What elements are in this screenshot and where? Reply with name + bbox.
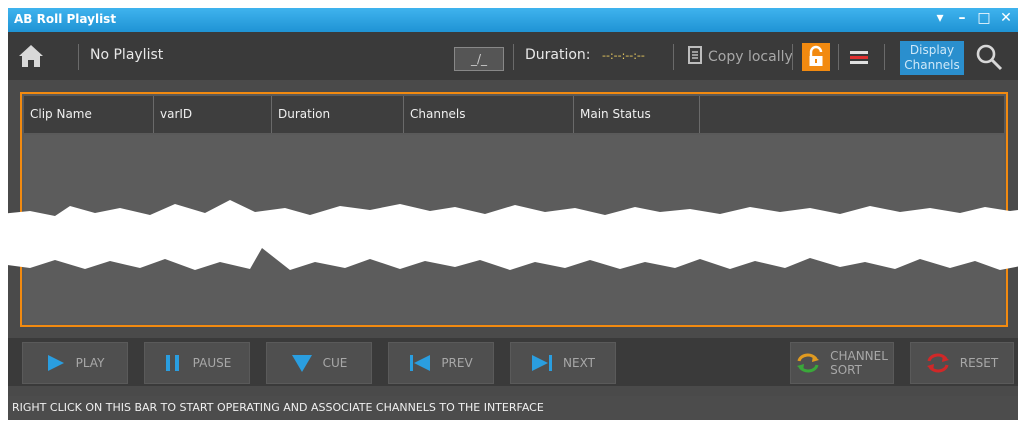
window-menu-button[interactable]: ▾	[932, 10, 948, 26]
close-button[interactable]: ✕	[998, 10, 1014, 26]
pause-icon	[163, 353, 183, 373]
channel-sort-label-line1: CHANNEL	[830, 349, 888, 363]
prev-icon	[409, 353, 431, 373]
toolbar-separator	[884, 44, 885, 70]
column-header-duration[interactable]: Duration	[272, 96, 404, 133]
column-header-varid[interactable]: varID	[154, 96, 272, 133]
pause-label: PAUSE	[192, 356, 232, 370]
maximize-button[interactable]: □	[976, 10, 992, 26]
next-button[interactable]: NEXT	[510, 342, 616, 384]
menu-icon[interactable]	[848, 46, 870, 68]
status-bar[interactable]: RIGHT CLICK ON THIS BAR TO START OPERATI…	[8, 396, 1018, 420]
toolbar-separator	[838, 44, 839, 70]
playlist-name: No Playlist	[90, 47, 164, 63]
grid-header: Clip Name varID Duration Channels Main S…	[24, 96, 1004, 133]
window-controls: ▾ – □ ✕	[932, 10, 1014, 26]
play-label: PLAY	[75, 356, 105, 370]
prev-label: PREV	[441, 356, 473, 370]
display-channels-label-line2: Channels	[904, 58, 960, 72]
toolbar-separator	[792, 44, 793, 70]
column-header-empty	[700, 96, 1004, 133]
window-title: AB Roll Playlist	[14, 12, 117, 26]
display-channels-button[interactable]: Display Channels	[900, 41, 964, 75]
next-icon	[531, 353, 553, 373]
search-icon[interactable]	[974, 42, 1004, 72]
toolbar-separator	[78, 44, 79, 70]
cue-button[interactable]: CUE	[266, 342, 372, 384]
reset-button[interactable]: RESET	[910, 342, 1014, 384]
title-bar[interactable]: AB Roll Playlist ▾ – □ ✕	[8, 8, 1018, 32]
play-icon	[46, 353, 66, 373]
duration-value: --:--:--:--	[602, 49, 645, 62]
prev-button[interactable]: PREV	[388, 342, 494, 384]
duration-label: Duration:	[525, 47, 591, 63]
transport-bar: PLAY PAUSE CUE PREV NEXT CHANNEL SORT RE…	[8, 338, 1018, 386]
cue-label: CUE	[322, 356, 348, 370]
toolbar-separator	[673, 44, 674, 70]
next-label: NEXT	[563, 356, 595, 370]
copy-locally-button[interactable]: Copy locally	[688, 44, 793, 70]
channel-sort-label-line2: SORT	[830, 363, 862, 377]
column-header-clip-name[interactable]: Clip Name	[24, 96, 154, 133]
pause-button[interactable]: PAUSE	[144, 342, 250, 384]
document-icon	[688, 46, 702, 68]
column-header-channels[interactable]: Channels	[404, 96, 574, 133]
home-icon[interactable]	[18, 44, 44, 68]
reset-label: RESET	[959, 356, 999, 370]
torn-edge	[0, 200, 1026, 270]
lock-icon[interactable]	[802, 43, 830, 71]
play-button[interactable]: PLAY	[22, 342, 128, 384]
column-header-main-status[interactable]: Main Status	[574, 96, 700, 133]
date-button[interactable]: _/_	[454, 47, 504, 71]
reset-icon	[926, 352, 950, 374]
copy-locally-label: Copy locally	[708, 49, 793, 65]
channel-sort-button[interactable]: CHANNEL SORT	[790, 342, 894, 384]
toolbar: No Playlist _/_ Duration: --:--:--:-- Co…	[8, 32, 1018, 80]
display-channels-label-line1: Display	[909, 43, 955, 57]
sort-icon	[796, 352, 820, 374]
minimize-button[interactable]: –	[954, 10, 970, 26]
cue-icon	[291, 353, 313, 373]
channel-sort-label: CHANNEL SORT	[830, 349, 888, 377]
toolbar-separator	[513, 44, 514, 70]
